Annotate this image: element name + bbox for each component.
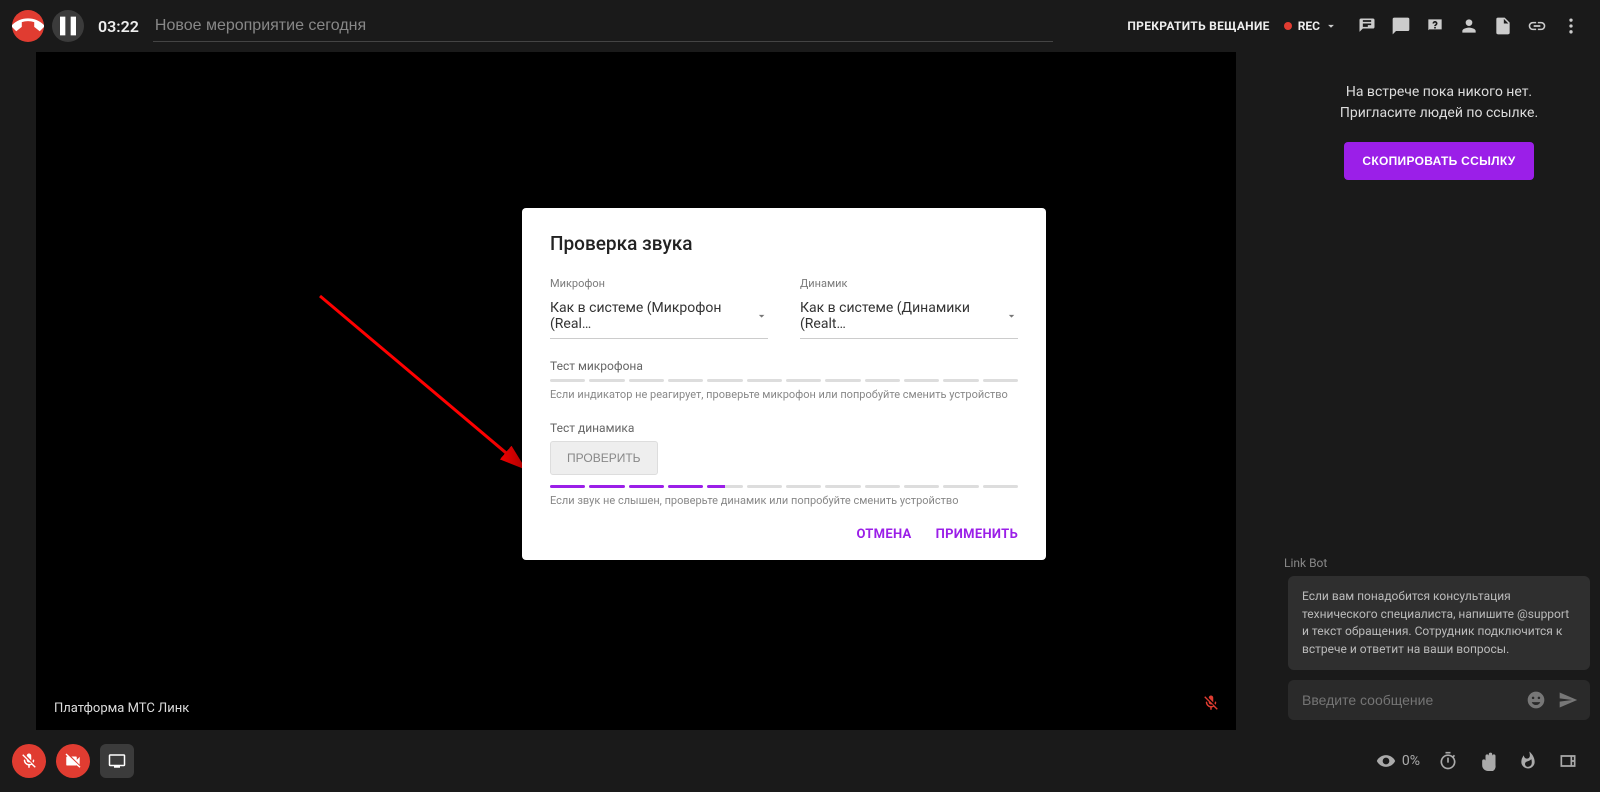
layout-button[interactable] — [1548, 741, 1588, 781]
meeting-title-input[interactable] — [153, 11, 1053, 42]
fire-icon — [1518, 751, 1538, 771]
link-icon — [1527, 16, 1547, 36]
empty-line-2: Пригласите людей по ссылке. — [1296, 103, 1582, 124]
mic-select[interactable]: Как в системе (Микрофон (Real… — [550, 294, 768, 339]
visibility-indicator[interactable]: 0% — [1376, 751, 1420, 771]
reactions-button[interactable] — [1508, 741, 1548, 781]
more-button[interactable] — [1554, 9, 1588, 43]
help-icon — [1425, 16, 1445, 36]
timer-button[interactable] — [1428, 741, 1468, 781]
camera-off-icon — [64, 752, 82, 770]
notes-button[interactable] — [1350, 9, 1384, 43]
speaker-select[interactable]: Как в системе (Динамики (Realt… — [800, 294, 1018, 339]
cancel-button[interactable]: ОТМЕНА — [856, 527, 911, 542]
bottom-bar: 0% — [0, 730, 1600, 792]
mic-toggle-button[interactable] — [12, 744, 46, 778]
eye-icon — [1376, 751, 1396, 771]
emoji-button[interactable] — [1520, 684, 1552, 716]
mic-select-value: Как в системе (Микрофон (Real… — [550, 300, 755, 332]
files-button[interactable] — [1486, 9, 1520, 43]
camera-toggle-button[interactable] — [56, 744, 90, 778]
sound-check-dialog: Проверка звука Микрофон Как в системе (М… — [522, 208, 1046, 560]
stage-mic-muted-icon — [1202, 694, 1220, 716]
screen-icon — [108, 752, 126, 770]
top-bar: 03:22 ПРЕКРАТИТЬ ВЕЩАНИЕ REC — [0, 0, 1600, 52]
participants-button[interactable] — [1452, 9, 1486, 43]
more-vert-icon — [1561, 16, 1581, 36]
chevron-down-icon — [1005, 309, 1018, 323]
apply-button[interactable]: ПРИМЕНИТЬ — [936, 527, 1018, 542]
notes-icon — [1357, 16, 1377, 36]
record-label: REC — [1298, 19, 1320, 33]
right-panel: На встрече пока никого нет. Пригласите л… — [1278, 52, 1600, 730]
dialog-title: Проверка звука — [550, 232, 1018, 255]
phone-hangup-icon — [12, 10, 44, 42]
mic-test-label: Тест микрофона — [550, 359, 1018, 373]
mic-label: Микрофон — [550, 277, 768, 290]
bot-message: Если вам понадобится консультация технич… — [1288, 576, 1590, 670]
speaker-level-bar — [550, 485, 1018, 488]
bot-message-text: Если вам понадобится консультация технич… — [1302, 588, 1576, 658]
chat-icon — [1391, 16, 1411, 36]
speaker-select-value: Как в системе (Динамики (Realt… — [800, 300, 1005, 332]
chevron-down-icon — [1324, 19, 1338, 33]
stop-broadcast-button[interactable]: ПРЕКРАТИТЬ ВЕЩАНИЕ — [1127, 19, 1269, 33]
raise-hand-button[interactable] — [1468, 741, 1508, 781]
record-toggle[interactable]: REC — [1284, 19, 1338, 33]
chat-input[interactable] — [1294, 680, 1520, 720]
hangup-button[interactable] — [12, 10, 44, 42]
help-button[interactable] — [1418, 9, 1452, 43]
pause-icon — [52, 10, 84, 42]
send-button[interactable] — [1552, 684, 1584, 716]
share-screen-button[interactable] — [100, 744, 134, 778]
document-icon — [1493, 16, 1513, 36]
visibility-pct: 0% — [1402, 753, 1420, 769]
empty-state: На встрече пока никого нет. Пригласите л… — [1278, 52, 1600, 180]
timer-icon — [1438, 751, 1458, 771]
empty-line-1: На встрече пока никого нет. — [1296, 82, 1582, 103]
link-button[interactable] — [1520, 9, 1554, 43]
person-icon — [1459, 16, 1479, 36]
platform-watermark: Платформа МТС Линк — [54, 701, 189, 716]
layout-icon — [1558, 751, 1578, 771]
speaker-check-button[interactable]: ПРОВЕРИТЬ — [550, 441, 658, 475]
pause-button[interactable] — [52, 10, 84, 42]
chevron-down-icon — [755, 309, 768, 323]
call-timer: 03:22 — [98, 17, 139, 36]
mic-level-bar — [550, 379, 1018, 382]
speaker-test-label: Тест динамика — [550, 421, 1018, 435]
speaker-test-hint: Если звук не слышен, проверьте динамик и… — [550, 494, 1018, 507]
send-icon — [1558, 690, 1578, 710]
emoji-icon — [1526, 690, 1546, 710]
chat-button[interactable] — [1384, 9, 1418, 43]
bot-author: Link Bot — [1284, 556, 1600, 570]
mic-test-hint: Если индикатор не реагирует, проверьте м… — [550, 388, 1018, 401]
speaker-label: Динамик — [800, 277, 1018, 290]
copy-link-button[interactable]: СКОПИРОВАТЬ ССЫЛКУ — [1344, 142, 1533, 180]
chat-input-row — [1288, 680, 1590, 720]
hand-icon — [1478, 751, 1498, 771]
mic-off-icon — [20, 752, 38, 770]
record-dot-icon — [1284, 22, 1292, 30]
